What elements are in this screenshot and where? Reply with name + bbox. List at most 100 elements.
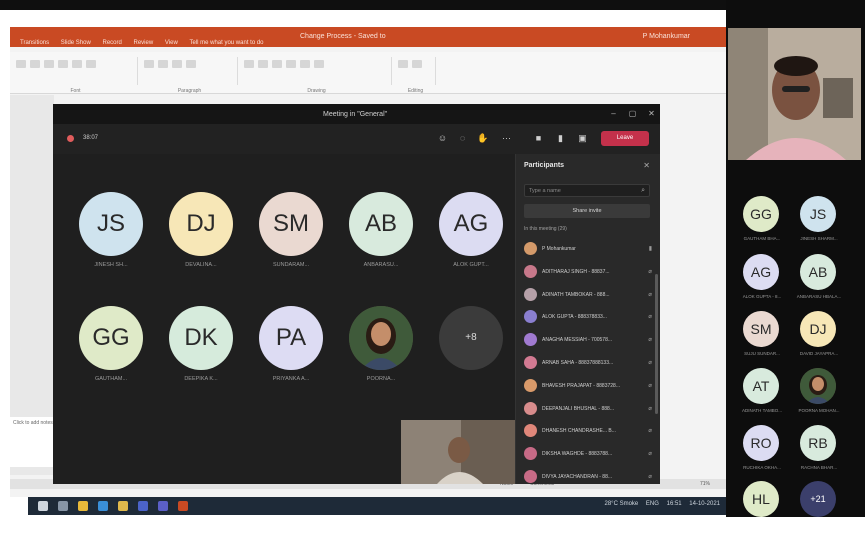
ribbon-button[interactable] xyxy=(286,60,296,68)
ribbon-button[interactable] xyxy=(186,60,196,68)
ribbon-button[interactable] xyxy=(244,60,254,68)
ribbon-button[interactable] xyxy=(412,60,422,68)
gallery-tile[interactable]: AT ADINATH TAMBO... xyxy=(729,368,789,426)
ribbon-button[interactable] xyxy=(158,60,168,68)
ribbon-button[interactable] xyxy=(72,60,82,68)
close-icon[interactable]: ✕ xyxy=(647,109,656,118)
ribbon-button[interactable] xyxy=(314,60,324,68)
participant-tile[interactable]: DJ DEVALINA... xyxy=(159,192,239,282)
clock-date[interactable]: 14-10-2021 xyxy=(689,501,720,507)
participant-search-input[interactable]: Type a name ⌕ xyxy=(524,184,650,197)
avatar: RO xyxy=(743,425,779,461)
gallery-tile[interactable]: HL xyxy=(729,481,789,539)
gallery-tile[interactable]: GG GAUTHAM BHA... xyxy=(729,196,789,254)
camera-icon[interactable]: ■ xyxy=(533,133,544,144)
list-item[interactable]: ADINATH TAMBOKAR - 888... ⌀ xyxy=(524,284,654,307)
clock-time[interactable]: 16:51 xyxy=(667,501,682,507)
tab-view[interactable]: View xyxy=(165,40,178,46)
list-item[interactable]: BHAVESH PRAJAPAT - 8883728... ⌀ xyxy=(524,375,654,398)
list-item[interactable]: ANAGHA MESSIAH - 700578... ⌀ xyxy=(524,329,654,352)
ribbon-button[interactable] xyxy=(398,60,408,68)
ribbon-button[interactable] xyxy=(44,60,54,68)
outlook-icon[interactable] xyxy=(138,501,148,511)
share-invite-button[interactable]: Share invite xyxy=(524,204,650,218)
list-item[interactable]: DHANESH CHANDRASHE... B... ⌀ xyxy=(524,420,654,443)
ribbon-button[interactable] xyxy=(172,60,182,68)
in-meeting-section-header[interactable]: In this meeting (29) xyxy=(524,226,567,232)
ribbon-button[interactable] xyxy=(16,60,26,68)
ribbon-button[interactable] xyxy=(58,60,68,68)
ribbon-button[interactable] xyxy=(300,60,310,68)
ribbon-button[interactable] xyxy=(258,60,268,68)
gallery-tile[interactable]: POORNA MOHAN... xyxy=(786,368,846,426)
microphone-icon[interactable]: ▮ xyxy=(555,133,566,144)
start-icon[interactable] xyxy=(38,501,48,511)
avatar xyxy=(524,355,537,369)
ribbon-button[interactable] xyxy=(272,60,282,68)
tab-slide-show[interactable]: Slide Show xyxy=(61,40,91,46)
close-panel-icon[interactable]: ✕ xyxy=(643,161,650,170)
presenter-video[interactable] xyxy=(728,28,861,160)
participant-list-name: DIKSHA WAGHDE - 8883788... xyxy=(542,451,613,458)
powerpoint-user[interactable]: P Mohankumar xyxy=(643,33,690,40)
language-indicator[interactable]: ENG xyxy=(646,501,659,507)
list-item[interactable]: DIKSHA WAGHDE - 8883788... ⌀ xyxy=(524,443,654,466)
tab-transitions[interactable]: Transitions xyxy=(20,40,49,46)
powerpoint-title: Change Process - Saved to xyxy=(300,33,386,40)
reactions-icon[interactable]: ✋ xyxy=(477,133,488,144)
participant-tile[interactable]: SM SUNDARAM... xyxy=(249,192,329,282)
search-icon[interactable] xyxy=(58,501,68,511)
tab-record[interactable]: Record xyxy=(103,40,122,46)
share-screen-icon[interactable]: ▣ xyxy=(577,133,588,144)
more-participants-tile[interactable]: +8 xyxy=(429,306,509,396)
tell-me-search[interactable]: Tell me what you want to do xyxy=(189,40,263,46)
panel-scrollbar[interactable] xyxy=(655,274,658,414)
participants-icon[interactable]: ☺ xyxy=(437,133,448,144)
list-item[interactable]: P Mohankumar ▮ xyxy=(524,238,654,261)
chrome-icon[interactable] xyxy=(118,501,128,511)
gallery-tile[interactable]: AB ANBARASU HBALA... xyxy=(786,254,846,312)
ribbon-group-editing: Editing xyxy=(396,57,436,94)
list-item[interactable]: ADITHARAJ SINGH - 88837... ⌀ xyxy=(524,261,654,284)
avatar: DK xyxy=(169,306,233,370)
tab-review[interactable]: Review xyxy=(134,40,154,46)
participant-tile[interactable]: JS JINESH SH... xyxy=(69,192,149,282)
more-participants-tile[interactable]: +21 xyxy=(786,481,846,539)
gallery-tile[interactable]: JS JINESH SHARM... xyxy=(786,196,846,254)
ribbon-button[interactable] xyxy=(86,60,96,68)
gallery-tile[interactable]: RO RUCHIKA OKHA... xyxy=(729,425,789,483)
participant-tile[interactable]: DK DEEPIKA K... xyxy=(159,306,239,396)
panel-title: Participants xyxy=(524,162,565,169)
gallery-tile[interactable]: SM SUJU SUNDAR... xyxy=(729,311,789,369)
participant-tile[interactable]: AB ANBARASU... xyxy=(339,192,419,282)
maximize-icon[interactable]: ▢ xyxy=(628,109,637,118)
list-item[interactable]: DIVYA JAYACHANDRAN - 88... ⌀ xyxy=(524,466,654,489)
participant-tile[interactable]: PA PRIYANKA A... xyxy=(249,306,329,396)
list-item[interactable]: DEEPANJALI BHUSHAL - 888... ⌀ xyxy=(524,398,654,421)
gallery-tile[interactable]: DJ DAVID JAYAPRA... xyxy=(786,311,846,369)
self-view-video[interactable] xyxy=(401,420,521,484)
ribbon-group-label: Paragraph xyxy=(177,88,202,94)
more-actions-icon[interactable]: ··· xyxy=(501,133,512,144)
teams-icon[interactable] xyxy=(158,501,168,511)
participant-tile[interactable]: AG ALOK GUPT... xyxy=(429,192,509,282)
participant-name: PRIYANKA A... xyxy=(272,376,310,382)
edge-icon[interactable] xyxy=(98,501,108,511)
ribbon-button[interactable] xyxy=(144,60,154,68)
participant-tile[interactable]: POORNA... xyxy=(339,306,419,396)
file-explorer-icon[interactable] xyxy=(78,501,88,511)
gallery-tile[interactable]: AG ALOK GUPTA - 8... xyxy=(729,254,789,312)
list-item[interactable]: ARNAB SAHA - 88837888133... ⌀ xyxy=(524,352,654,375)
participant-tile[interactable]: GG GAUTHAM... xyxy=(69,306,149,396)
leave-button[interactable]: Leave xyxy=(601,131,649,146)
zoom-level[interactable]: 71% xyxy=(700,481,710,487)
list-item[interactable]: ALOK GUPTA - 888378833... ⌀ xyxy=(524,306,654,329)
gallery-tile[interactable]: RB RACHNA BHAR... xyxy=(786,425,846,483)
ribbon-button[interactable] xyxy=(30,60,40,68)
minimize-icon[interactable]: – xyxy=(609,109,618,118)
weather-widget[interactable]: 28°C Smoke xyxy=(605,501,639,507)
powerpoint-icon[interactable] xyxy=(178,501,188,511)
avatar: RB xyxy=(800,425,836,461)
search-placeholder: Type a name xyxy=(529,188,561,194)
chat-icon[interactable]: ◌ xyxy=(457,133,468,144)
